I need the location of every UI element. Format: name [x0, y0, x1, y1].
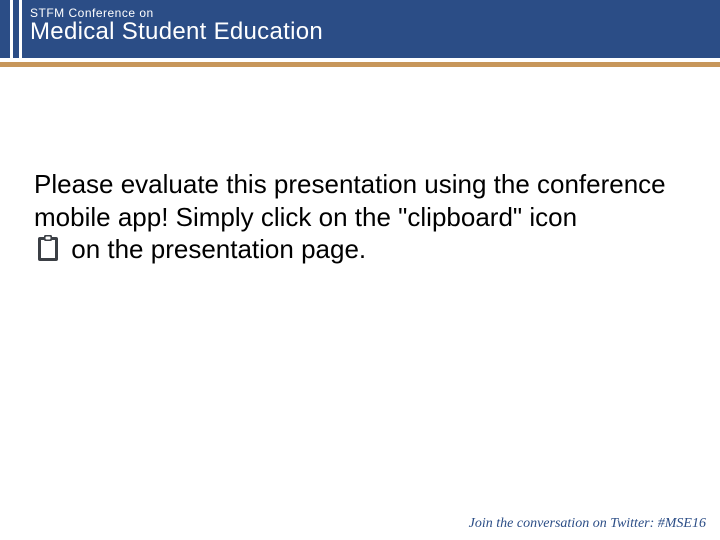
footer-text: Join the conversation on Twitter: #MSE16 — [469, 516, 706, 532]
clipboard-icon — [36, 234, 60, 270]
header-text-block: STFM Conference on Medical Student Educa… — [30, 6, 323, 46]
header-underline — [0, 62, 720, 67]
header-title: Medical Student Education — [30, 18, 323, 46]
body-text-block: Please evaluate this presentation using … — [34, 168, 686, 270]
slide: STFM Conference on Medical Student Educa… — [0, 0, 720, 540]
header-stripe-gap-2 — [19, 0, 22, 58]
instruction-paragraph: Please evaluate this presentation using … — [34, 168, 686, 270]
instruction-part1: Please evaluate this presentation using … — [34, 169, 666, 232]
header-bar: STFM Conference on Medical Student Educa… — [0, 0, 720, 58]
header-stripe-1 — [0, 0, 10, 58]
instruction-part2: on the presentation page. — [71, 234, 366, 264]
